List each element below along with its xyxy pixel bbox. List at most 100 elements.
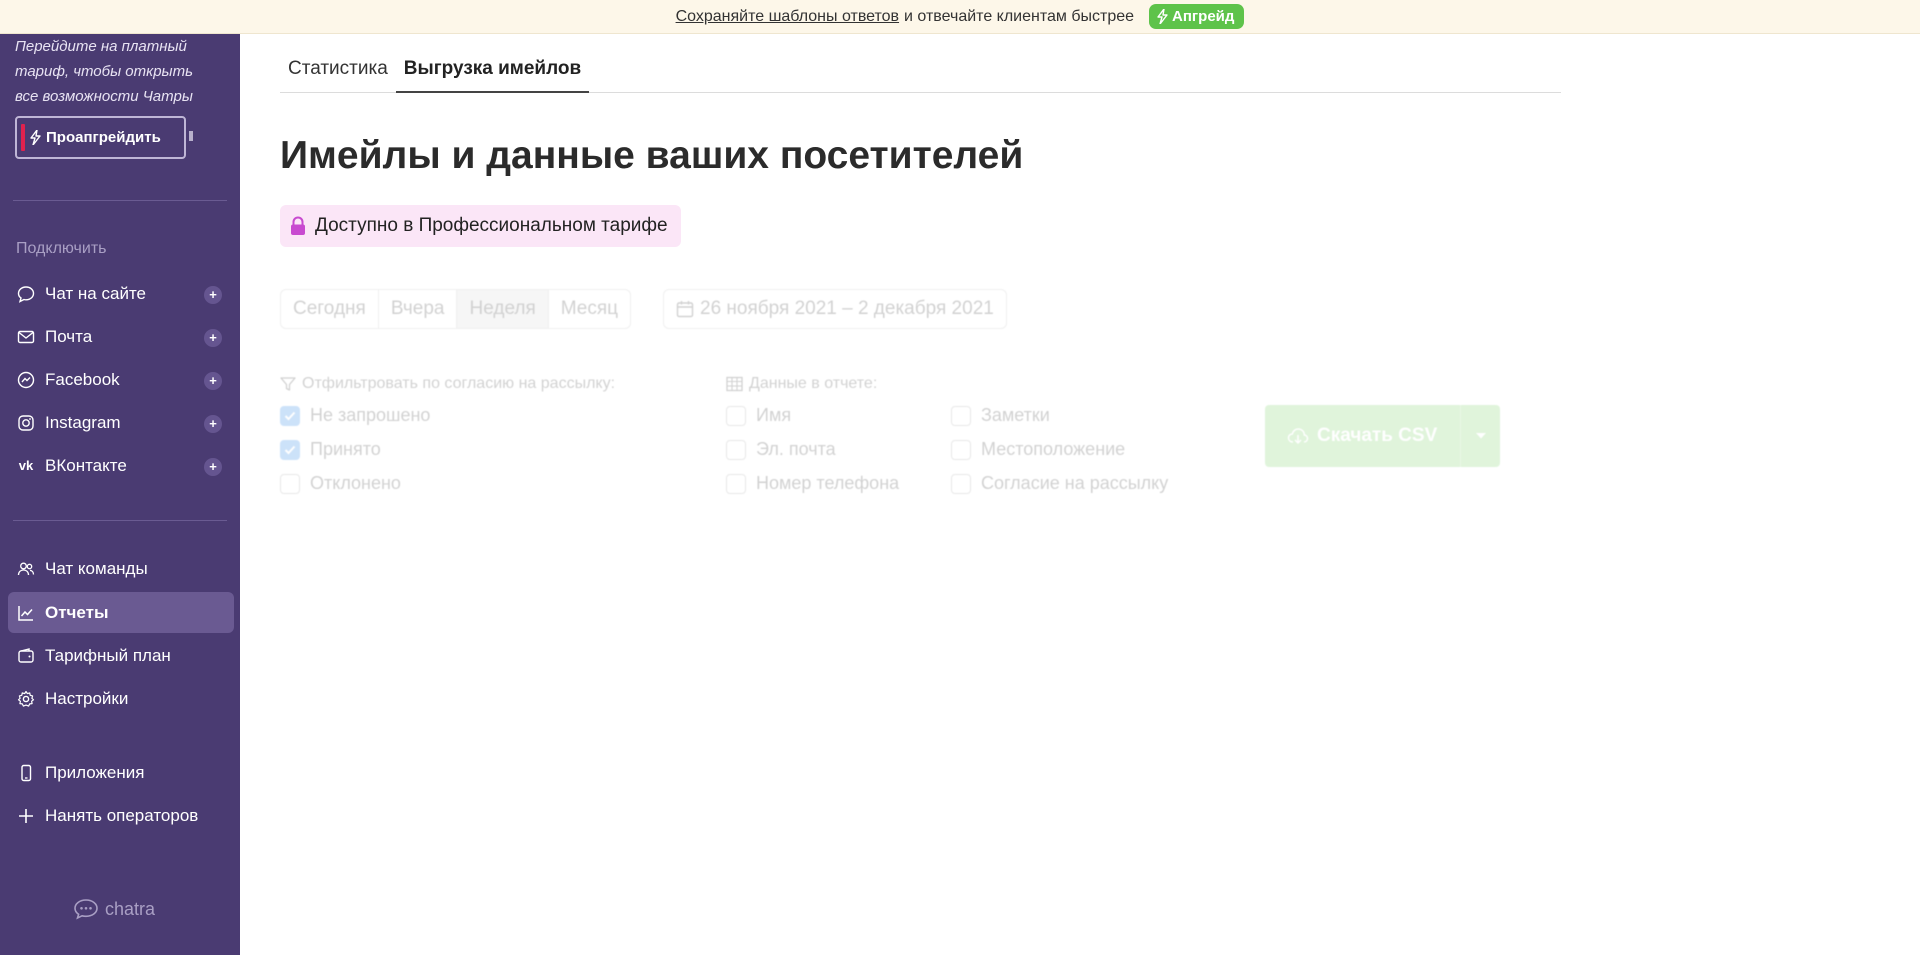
field-option-phone[interactable]: Номер телефона [726, 473, 899, 494]
vk-icon: vk [18, 458, 34, 473]
team-icon [17, 560, 35, 578]
cloud-download-icon [1287, 428, 1309, 445]
add-icon[interactable]: + [204, 329, 222, 347]
period-yesterday[interactable]: Вчера [379, 290, 458, 328]
sidebar-divider [13, 200, 227, 201]
checkbox[interactable] [726, 473, 746, 494]
add-icon[interactable]: + [204, 458, 222, 476]
tab-statistics[interactable]: Статистика [280, 34, 396, 93]
sidebar-upgrade-label: Проапгрейдить [46, 129, 161, 146]
sidebar-item-vk[interactable]: vk ВКонтакте + [8, 445, 234, 486]
sidebar-item-label: Чат команды [45, 558, 148, 578]
banner-upgrade-button[interactable]: Апгрейд [1149, 4, 1245, 29]
check-icon [284, 411, 296, 420]
sidebar-upgrade-button[interactable]: Проапгрейдить [15, 116, 186, 159]
field-option-name[interactable]: Имя [726, 405, 791, 426]
mail-icon [17, 328, 35, 346]
chevron-down-icon [1475, 433, 1486, 439]
locked-export-controls: Сегодня Вчера Неделя Месяц 26 ноября 202… [280, 289, 1580, 539]
checkbox[interactable] [951, 405, 971, 426]
sidebar-item-mail[interactable]: Почта + [8, 316, 234, 357]
sidebar-item-instagram[interactable]: Instagram + [8, 402, 234, 443]
field-option-email[interactable]: Эл. почта [726, 439, 836, 460]
pro-badge-text: Доступно в Профессиональном тарифе [315, 215, 668, 236]
download-csv-label: Скачать CSV [1317, 425, 1438, 446]
consent-filter-label: Отфильтровать по согласию на рассылку: [280, 375, 615, 393]
period-today[interactable]: Сегодня [281, 290, 379, 328]
checkbox[interactable] [951, 473, 971, 494]
sidebar-item-site-chat[interactable]: Чат на сайте + [8, 273, 234, 314]
period-week[interactable]: Неделя [457, 290, 549, 328]
download-options-toggle[interactable] [1460, 405, 1500, 467]
sidebar-item-label: Нанять операторов [45, 805, 199, 825]
brand-name: chatra [105, 898, 156, 919]
checkbox[interactable] [280, 473, 300, 494]
sidebar-item-label: Тарифный план [45, 645, 171, 665]
connect-section-label: Подключить [16, 240, 107, 257]
period-selector: Сегодня Вчера Неделя Месяц [280, 289, 632, 329]
sidebar-item-facebook[interactable]: Facebook + [8, 359, 234, 400]
add-icon[interactable]: + [204, 415, 222, 433]
lightning-icon [1157, 9, 1168, 24]
sidebar-item-label: Отчеты [45, 602, 109, 622]
sidebar-item-apps[interactable]: Приложения [8, 752, 234, 793]
report-tabs: Статистика Выгрузка имейлов [280, 34, 1561, 93]
main-content: Статистика Выгрузка имейлов Имейлы и дан… [240, 34, 1920, 955]
table-icon [726, 376, 743, 392]
upgrade-accent-bar [21, 124, 25, 151]
plus-icon [17, 807, 35, 825]
field-option-notes[interactable]: Заметки [951, 405, 1050, 426]
sidebar-item-hire-operators[interactable]: Нанять операторов [8, 795, 234, 836]
lock-icon [291, 216, 305, 235]
sidebar: Перейдите на платный тариф, чтобы открыт… [0, 0, 240, 955]
sidebar-item-reports[interactable]: Отчеты [8, 592, 234, 633]
filter-option-accepted[interactable]: Принято [280, 439, 381, 460]
banner-link[interactable]: Сохраняйте шаблоны ответов [676, 8, 899, 26]
calendar-icon [676, 301, 694, 318]
sidebar-item-label: Facebook [45, 369, 120, 389]
filter-option-not-requested[interactable]: Не запрошено [280, 405, 430, 426]
sidebar-item-team-chat[interactable]: Чат команды [8, 548, 234, 589]
wallet-icon [17, 647, 35, 665]
date-range-text: 26 ноября 2021 – 2 декабря 2021 [700, 298, 994, 319]
instagram-icon [17, 414, 35, 432]
sidebar-item-label: Instagram [45, 412, 121, 432]
field-option-consent[interactable]: Согласие на рассылку [951, 473, 1168, 494]
filter-option-declined[interactable]: Отклонено [280, 473, 401, 494]
check-icon [284, 445, 296, 454]
pro-plan-badge: Доступно в Профессиональном тарифе [280, 205, 681, 247]
upgrade-banner: Сохраняйте шаблоны ответов и отвечайте к… [0, 0, 1920, 34]
checkbox[interactable] [726, 405, 746, 426]
sidebar-item-settings[interactable]: Настройки [8, 678, 234, 719]
period-month[interactable]: Месяц [549, 290, 630, 328]
checkbox[interactable] [726, 439, 746, 460]
field-option-location[interactable]: Местоположение [951, 439, 1125, 460]
lightning-icon [30, 130, 41, 145]
sidebar-item-plan[interactable]: Тарифный план [8, 635, 234, 676]
sidebar-item-label: Чат на сайте [45, 283, 146, 303]
banner-text: и отвечайте клиентам быстрее [904, 7, 1135, 25]
tab-email-export[interactable]: Выгрузка имейлов [395, 34, 590, 93]
sidebar-item-label: Приложения [45, 762, 145, 782]
chat-bubble-icon [17, 285, 35, 303]
sidebar-item-label: ВКонтакте [45, 455, 127, 475]
sidebar-divider [13, 520, 227, 521]
filter-icon [280, 377, 296, 391]
brand-logo: chatra [73, 898, 155, 920]
download-csv-button[interactable]: Скачать CSV [1265, 405, 1500, 467]
sidebar-resize-handle[interactable] [189, 131, 193, 141]
checkbox[interactable] [280, 439, 300, 460]
checkbox[interactable] [951, 439, 971, 460]
chart-icon [17, 604, 35, 622]
phone-icon [17, 764, 35, 782]
chatra-logo-icon [74, 899, 98, 920]
add-icon[interactable]: + [204, 286, 222, 304]
banner-upgrade-label: Апгрейд [1172, 8, 1235, 25]
gear-icon [17, 690, 35, 708]
add-icon[interactable]: + [204, 372, 222, 390]
sidebar-promo-text: Перейдите на платный тариф, чтобы открыт… [15, 38, 193, 105]
page-title: Имейлы и данные ваших посетителей [280, 134, 1024, 177]
checkbox[interactable] [280, 405, 300, 426]
sidebar-item-label: Почта [45, 326, 93, 346]
date-range-picker[interactable]: 26 ноября 2021 – 2 декабря 2021 [663, 289, 1007, 329]
